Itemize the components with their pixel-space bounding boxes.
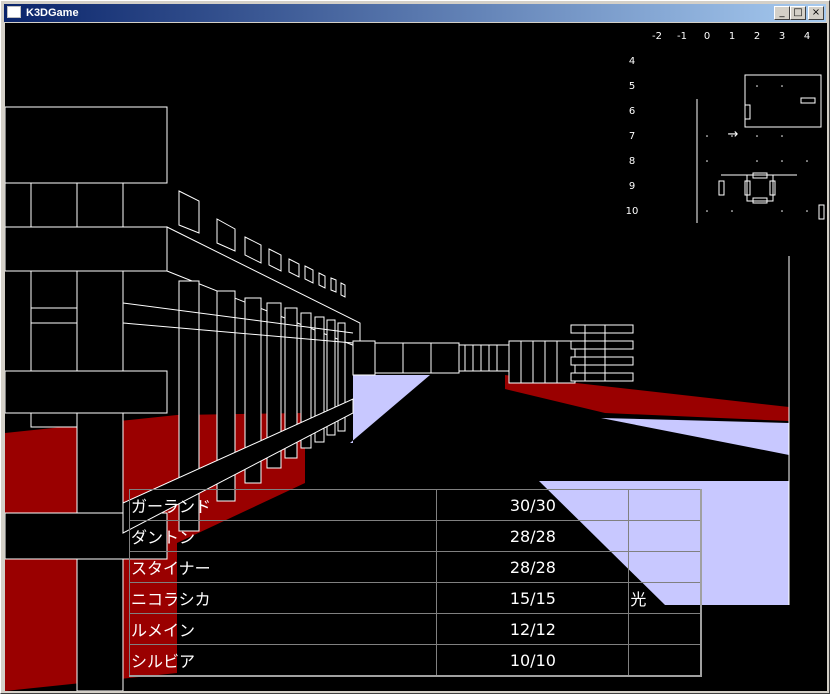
floor-lavender-left xyxy=(350,375,430,443)
map-col-label: 4 xyxy=(803,31,811,42)
party-status-table: ガーランド 30/30 ダントン 28/28 スタイナー 28/28 ニコラシカ… xyxy=(128,489,703,677)
minimap-dots xyxy=(706,85,808,212)
party-row[interactable]: ガーランド 30/30 xyxy=(128,489,703,521)
member-status: 光 xyxy=(628,582,703,614)
map-row-label: 6 xyxy=(628,106,636,117)
map-col-label: -2 xyxy=(652,31,662,42)
map-row-label: 5 xyxy=(628,81,636,92)
party-row[interactable]: スタイナー 28/28 xyxy=(128,551,703,583)
member-status xyxy=(628,551,703,583)
member-name: シルビア xyxy=(128,644,438,677)
member-hp: 30/30 xyxy=(436,489,630,521)
party-row[interactable]: ルメイン 12/12 xyxy=(128,613,703,645)
member-status xyxy=(628,644,703,677)
map-row-label: 7 xyxy=(628,131,636,142)
maximize-button[interactable]: □ xyxy=(790,6,806,20)
member-status xyxy=(628,489,703,521)
member-hp: 15/15 xyxy=(436,582,630,614)
member-hp: 28/28 xyxy=(436,520,630,552)
map-row-label: 8 xyxy=(628,156,636,167)
member-hp: 12/12 xyxy=(436,613,630,645)
party-row[interactable]: ニコラシカ 15/15 光 xyxy=(128,582,703,614)
map-col-label: -1 xyxy=(677,31,687,42)
member-name: ニコラシカ xyxy=(128,582,438,614)
floor-lavender-mid xyxy=(601,418,789,455)
member-hp: 10/10 xyxy=(436,644,630,677)
map-row-label: 10 xyxy=(625,206,639,217)
party-row[interactable]: シルビア 10/10 xyxy=(128,644,703,677)
party-row[interactable]: ダントン 28/28 xyxy=(128,520,703,552)
member-name: ダントン xyxy=(128,520,438,552)
member-name: ガーランド xyxy=(128,489,438,521)
member-status xyxy=(628,520,703,552)
member-name: ルメイン xyxy=(128,613,438,645)
map-col-label: 1 xyxy=(728,31,736,42)
window-title: K3DGame xyxy=(26,7,79,19)
map-col-label: 3 xyxy=(778,31,786,42)
map-row-label: 4 xyxy=(628,56,636,67)
member-hp: 28/28 xyxy=(436,551,630,583)
game-viewport[interactable]: -2 -1 0 1 2 3 4 4 5 6 7 8 9 10 → ガーランド 3… xyxy=(5,23,827,691)
player-arrow-icon: → xyxy=(727,127,739,142)
close-button[interactable]: × xyxy=(808,6,824,20)
title-bar[interactable]: K3DGame _ □ × xyxy=(4,4,826,22)
map-col-label: 2 xyxy=(753,31,761,42)
minimap xyxy=(696,74,825,223)
map-col-label: 0 xyxy=(703,31,711,42)
member-status xyxy=(628,613,703,645)
app-icon xyxy=(7,6,21,18)
minimize-button[interactable]: _ xyxy=(774,6,790,20)
map-row-label: 9 xyxy=(628,181,636,192)
member-name: スタイナー xyxy=(128,551,438,583)
game-window: K3DGame _ □ × -2 -1 0 1 2 3 4 4 5 6 7 8 … xyxy=(0,0,830,694)
